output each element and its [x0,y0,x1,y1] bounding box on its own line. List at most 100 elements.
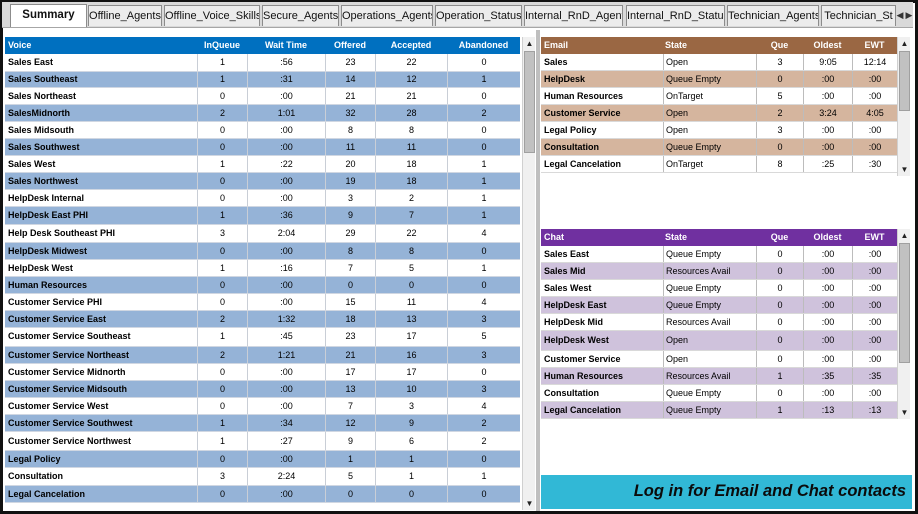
voice-vertical-scrollbar[interactable]: ▲ ▼ [522,37,535,510]
queue-value: 5 [756,88,803,104]
queue-value: :00 [247,173,325,189]
scroll-up-arrow[interactable]: ▲ [898,37,911,50]
table-row: Sales East Queue Empty 0:00:00 [541,246,897,263]
queue-name: Customer Service East [8,314,107,324]
queue-name: Consultation [544,388,599,398]
queue-value: 0 [197,243,247,259]
queue-name: Customer Service Midsouth [8,384,128,394]
scroll-down-arrow[interactable]: ▼ [898,163,911,176]
email-header-cell: Email [544,40,569,50]
sheet-tab-strip: Summary Offline_Agents Offline_Voice_Skill… [2,2,913,28]
queue-value: 0 [375,277,447,293]
login-banner: Log in for Email and Chat contacts [541,475,912,509]
queue-value: 0 [197,381,247,397]
sheet-tab-internal-rnd-status[interactable]: Internal_RnD_Status [626,5,725,26]
scroll-thumb[interactable] [524,51,535,153]
queue-value: 1:32 [247,311,325,327]
queue-value: Resources Avail [663,368,756,384]
sheet-tab-summary[interactable]: Summary [10,4,87,27]
queue-value: 0 [756,350,803,367]
scroll-down-arrow[interactable]: ▼ [898,406,911,419]
scroll-thumb[interactable] [899,243,910,363]
queue-value: 1 [197,54,247,71]
queue-name: Sales Southeast [8,73,78,84]
queue-value: 2 [375,190,447,206]
queue-value: :00 [247,364,325,380]
table-row: Customer Service Midnorth 0:00 17 17 0 [5,364,520,381]
queue-name: HelpDesk [544,74,586,84]
email-header-cell: State [665,40,688,50]
table-row: Human Resources 0:00 0 0 0 [5,277,520,294]
queue-value: 19 [325,173,375,189]
queue-value: 12 [325,415,375,431]
scroll-thumb[interactable] [899,51,910,111]
queue-value: :00 [247,398,325,414]
queue-value: 1:01 [247,105,325,121]
queue-value: :00 [247,485,325,502]
email-queue-table: Email State Que Oldest EWT Sales Open 3 9:05 12:1… [541,37,897,173]
queue-value: :00 [803,122,852,138]
queue-value: 0 [756,331,803,350]
queue-value: 0 [197,122,247,138]
queue-value: 0 [325,485,375,502]
chat-table-header: Chat State Que Oldest EWT [541,229,897,246]
queue-value: 2 [197,346,247,363]
queue-value: 0 [447,485,520,502]
queue-value: 9:05 [803,54,852,70]
queue-value: 1 [197,71,247,87]
queue-value: 2 [197,105,247,121]
queue-name: Legal Policy [544,125,597,135]
queue-name: Sales Southwest [8,142,80,152]
queue-value: :00 [852,350,897,367]
queue-name: Customer Service West [8,401,109,411]
queue-value: 0 [197,190,247,206]
queue-value: 14 [325,71,375,87]
scroll-up-arrow[interactable]: ▲ [523,37,536,50]
queue-value: :34 [247,415,325,431]
queue-value: 1 [197,432,247,450]
chat-vertical-scrollbar[interactable]: ▲ ▼ [897,229,910,419]
sheet-tab-internal-rnd-agents[interactable]: Internal_RnD_Agents [524,5,623,26]
sheet-tab-technician-st[interactable]: Technician_St [821,5,896,26]
queue-name: Sales Midsouth [8,125,75,135]
queue-value: 4 [447,294,520,310]
queue-name: SalesMidnorth [8,108,71,118]
queue-value: 1 [447,207,520,224]
scroll-down-arrow[interactable]: ▼ [523,497,536,510]
queue-value: :00 [852,331,897,350]
queue-value: :35 [803,368,852,384]
queue-value: 0 [756,385,803,401]
sheet-tab-operation-status[interactable]: Operation_Status [435,5,522,26]
table-row: Legal Cancelation 0:00 0 0 0 [5,485,520,503]
queue-value: 3 [756,54,803,70]
sheet-tab-offline-agents[interactable]: Offline_Agents [88,5,162,26]
queue-name: Human Resources [544,371,624,381]
sheet-tab-operations-agents[interactable]: Operations_Agents [341,5,433,26]
queue-value: 17 [325,364,375,380]
scroll-up-arrow[interactable]: ▲ [898,229,911,242]
queue-value: :00 [852,280,897,296]
queue-value: 1:21 [247,346,325,363]
queue-value: :00 [803,314,852,330]
queue-value: 1 [447,260,520,276]
queue-value: :00 [803,88,852,104]
queue-value: :45 [247,328,325,346]
tab-scroll-right-icon[interactable]: ▶ [904,6,914,24]
sheet-tab-offline-voice-skills[interactable]: Offline_Voice_Skills [164,5,260,26]
queue-value: 0 [447,451,520,467]
queue-value: :00 [803,297,852,313]
sheet-tab-secure-agents[interactable]: Secure_Agents [262,5,339,26]
queue-value: 9 [375,415,447,431]
queue-name: Customer Service Southeast [8,331,131,341]
table-row: HelpDesk Midwest 0:00 8 8 0 [5,243,520,260]
queue-value: 0 [325,277,375,293]
email-header-cell: EWT [864,40,885,50]
sheet-tab-technician-agents[interactable]: Technician_Agents [727,5,819,26]
queue-value: :31 [247,71,325,87]
chat-header-cell: EWT [864,232,885,242]
queue-value: 1 [375,451,447,467]
queue-value: 0 [447,122,520,138]
email-vertical-scrollbar[interactable]: ▲ ▼ [897,37,910,176]
chat-header-cell: Chat [544,232,564,242]
queue-value: 22 [375,54,447,71]
